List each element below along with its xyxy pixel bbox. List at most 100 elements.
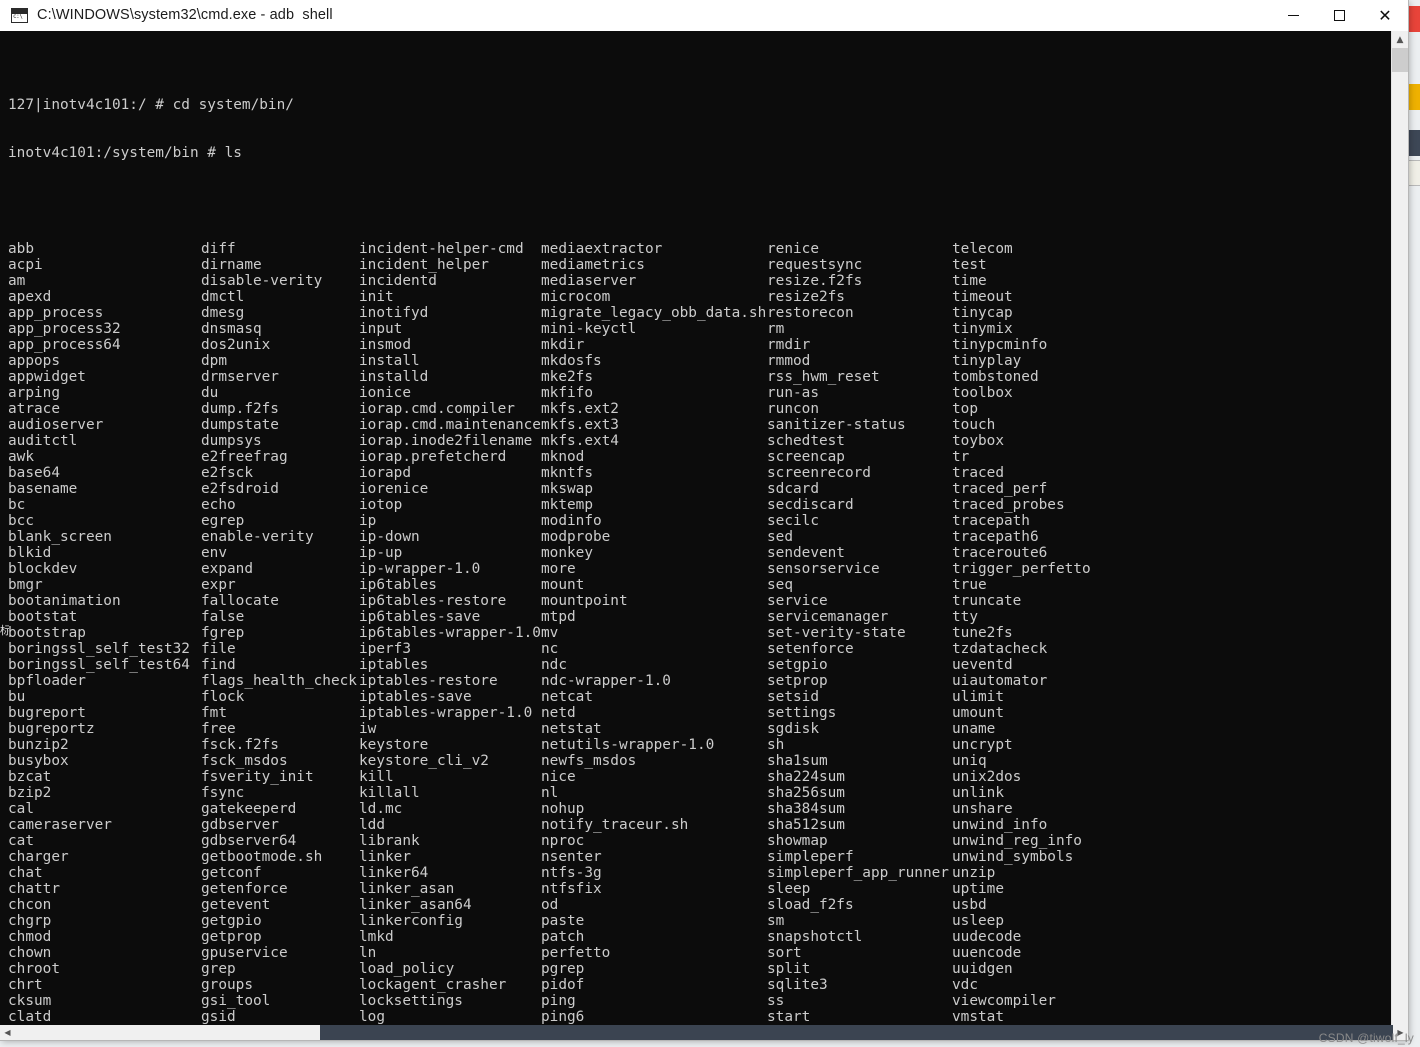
listing-entry: iorapd	[359, 465, 411, 481]
listing-entry: sendevent	[767, 545, 845, 561]
listing-entry: chattr	[8, 881, 60, 897]
listing-entry: sha1sum	[767, 753, 828, 769]
listing-entry: cat	[8, 833, 34, 849]
close-button[interactable]: ✕	[1362, 0, 1408, 31]
listing-entry: unwind_reg_info	[952, 833, 1082, 849]
listing-entry: dump.f2fs	[201, 401, 279, 417]
listing-entry: start	[767, 1009, 811, 1025]
listing-entry: ping	[541, 993, 576, 1009]
scroll-up-arrow-icon[interactable]: ▲	[1392, 31, 1408, 48]
listing-entry: iotop	[359, 497, 403, 513]
vertical-scrollbar[interactable]: ▲	[1391, 31, 1408, 1025]
listing-entry: nc	[541, 641, 559, 657]
listing-entry: traced_perf	[952, 481, 1048, 497]
listing-entry: enable-verity	[201, 529, 314, 545]
listing-entry: ip6tables-restore	[359, 593, 507, 609]
listing-entry: nohup	[541, 801, 585, 817]
listing-entry: iw	[359, 721, 377, 737]
listing-entry: keystore	[359, 737, 429, 753]
listing-entry: gatekeeperd	[201, 801, 297, 817]
listing-entry: test	[952, 257, 987, 273]
listing-entry: bugreportz	[8, 721, 95, 737]
listing-entry: touch	[952, 417, 996, 433]
minimize-button[interactable]	[1270, 0, 1316, 31]
listing-entry: restorecon	[767, 305, 854, 321]
listing-entry: gsi_tool	[201, 993, 271, 1009]
horizontal-scrollbar[interactable]: ◀ ▶	[0, 1025, 1408, 1040]
listing-entry: fgrep	[201, 625, 245, 641]
listing-entry: requestsync	[767, 257, 863, 273]
listing-entry: app_process32	[8, 321, 121, 337]
command-prompt-lines: 127|inotv4c101:/ # cd system/bin/ inotv4…	[8, 65, 1391, 193]
listing-entry: appwidget	[8, 369, 86, 385]
listing-entry: tr	[952, 449, 970, 465]
listing-entry: sort	[767, 945, 802, 961]
listing-entry: abb	[8, 241, 34, 257]
listing-entry: more	[541, 561, 576, 577]
vertical-scrollbar-thumb[interactable]	[1392, 48, 1408, 72]
listing-entry: iorap.inode2filename	[359, 433, 533, 449]
listing-entry: bpfloader	[8, 673, 86, 689]
listing-entry: false	[201, 609, 245, 625]
listing-entry: charger	[8, 849, 69, 865]
listing-entry: librank	[359, 833, 420, 849]
listing-entry: settings	[767, 705, 837, 721]
listing-entry: mknod	[541, 449, 585, 465]
listing-entry: iptables-wrapper-1.0	[359, 705, 533, 721]
listing-entry: flock	[201, 689, 245, 705]
listing-entry: free	[201, 721, 236, 737]
horizontal-scrollbar-track[interactable]	[15, 1025, 320, 1040]
listing-entry: linker_asan	[359, 881, 455, 897]
window-titlebar[interactable]: C:\WINDOWS\system32\cmd.exe - adb shell …	[0, 0, 1408, 31]
listing-entry: umount	[952, 705, 1004, 721]
listing-entry: linker64	[359, 865, 429, 881]
terminal-output[interactable]: 127|inotv4c101:/ # cd system/bin/ inotv4…	[0, 31, 1391, 1025]
listing-entry: blkid	[8, 545, 52, 561]
listing-entry: modinfo	[541, 513, 602, 529]
listing-entry: boringssl_self_test32	[8, 641, 190, 657]
listing-entry: seq	[767, 577, 793, 593]
maximize-button[interactable]	[1316, 0, 1362, 31]
listing-entry: diff	[201, 241, 236, 257]
listing-entry: netcat	[541, 689, 593, 705]
listing-entry: blank_screen	[8, 529, 112, 545]
listing-entry: time	[952, 273, 987, 289]
listing-entry: servicemanager	[767, 609, 889, 625]
listing-entry: iptables-save	[359, 689, 472, 705]
listing-entry: bc	[8, 497, 26, 513]
listing-entry: mkfs.ext2	[541, 401, 619, 417]
horizontal-scrollbar-thumb[interactable]	[320, 1025, 1393, 1040]
listing-entry: bmgr	[8, 577, 43, 593]
listing-entry: resize2fs	[767, 289, 845, 305]
listing-entry: nsenter	[541, 849, 602, 865]
listing-entry: pgrep	[541, 961, 585, 977]
listing-entry: incident-helper-cmd	[359, 241, 524, 257]
listing-entry: run-as	[767, 385, 819, 401]
listing-entry: awk	[8, 449, 34, 465]
vertical-scrollbar-track[interactable]	[1392, 72, 1408, 1025]
listing-entry: usbd	[952, 897, 987, 913]
listing-entry: atrace	[8, 401, 60, 417]
scroll-left-arrow-icon[interactable]: ◀	[0, 1025, 15, 1040]
listing-entry: getgpio	[201, 913, 262, 929]
listing-entry: mkswap	[541, 481, 593, 497]
listing-entry: mount	[541, 577, 585, 593]
close-icon: ✕	[1378, 5, 1392, 25]
listing-entry: getprop	[201, 929, 262, 945]
listing-entry: init	[359, 289, 394, 305]
maximize-icon	[1333, 10, 1345, 21]
listing-entry: runcon	[767, 401, 819, 417]
listing-entry: setenforce	[767, 641, 854, 657]
listing-entry: showmap	[767, 833, 828, 849]
listing-entry: incident_helper	[359, 257, 489, 273]
listing-entry: monkey	[541, 545, 593, 561]
listing-entry: killall	[359, 785, 420, 801]
listing-entry: nproc	[541, 833, 585, 849]
listing-entry: expr	[201, 577, 236, 593]
listing-entry: fsck.f2fs	[201, 737, 279, 753]
listing-entry: dmctl	[201, 289, 245, 305]
listing-entry: blockdev	[8, 561, 78, 577]
listing-entry: getenforce	[201, 881, 288, 897]
listing-entry: drmserver	[201, 369, 279, 385]
listing-entry: locksettings	[359, 993, 463, 1009]
